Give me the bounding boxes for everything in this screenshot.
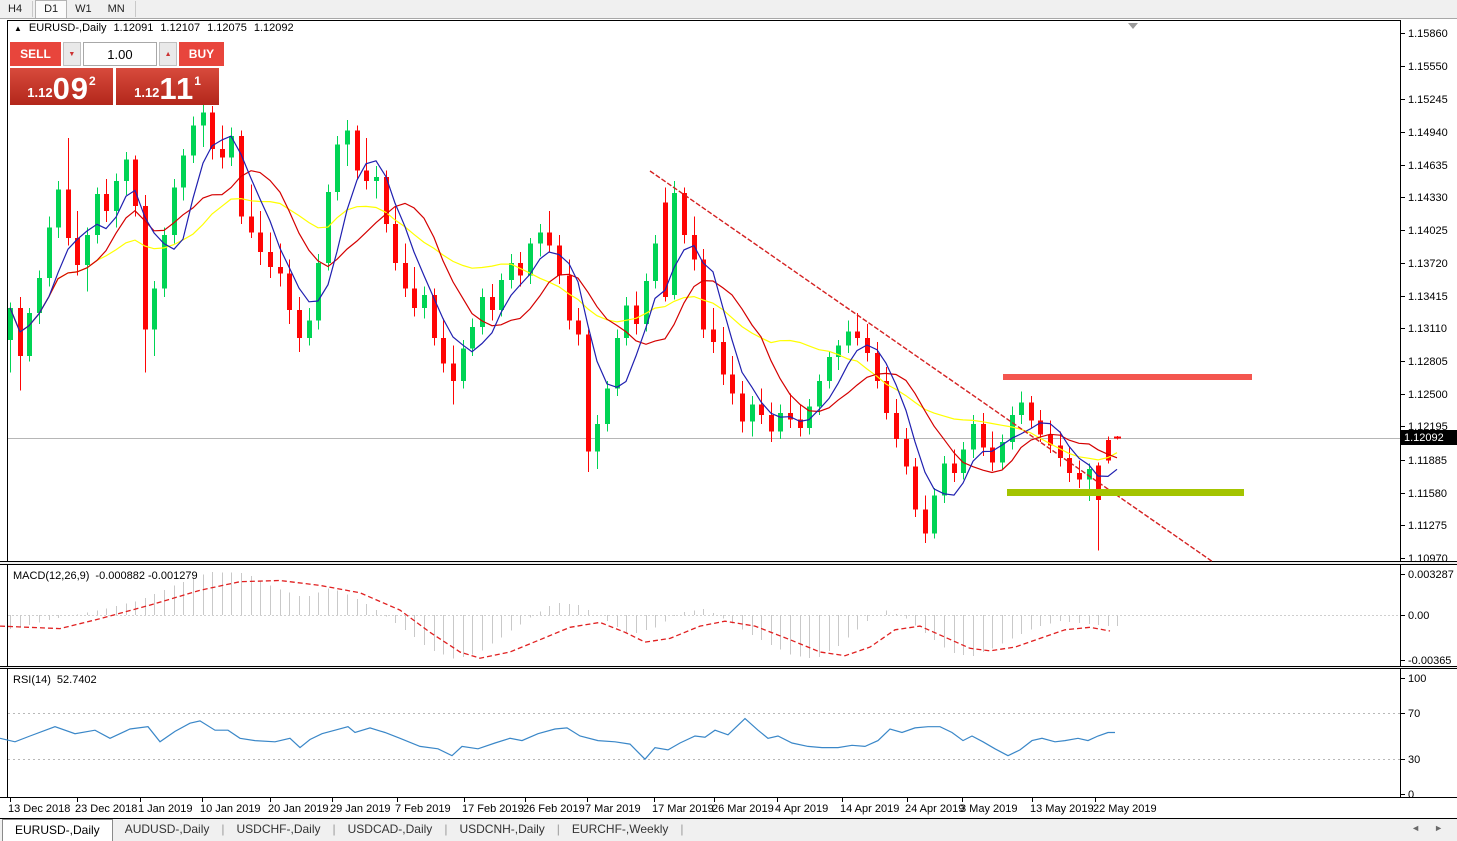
buy-price-prefix: 1.12 <box>134 85 159 100</box>
resistance-zone-line <box>1003 374 1252 380</box>
price-axis-label: 1.13720 <box>1408 258 1448 270</box>
rsi-value: 52.7402 <box>57 674 97 686</box>
price-axis-label: 1.15550 <box>1408 61 1448 73</box>
price-axis-label: 1.13110 <box>1408 323 1447 335</box>
chart-tabs-bar: EURUSD-,Daily AUDUSD-,Daily | USDCHF-,Da… <box>0 819 1457 841</box>
date-axis-label: 7 Mar 2019 <box>585 803 641 815</box>
date-axis-label: 29 Jan 2019 <box>330 803 391 815</box>
macd-values: -0.000882 -0.001279 <box>95 570 197 582</box>
price-axis-label: 1.12500 <box>1408 389 1448 401</box>
chart-shift-marker-icon <box>1128 23 1138 29</box>
moving-average-20 <box>10 199 1117 460</box>
chart-canvas[interactable]: 1.15860 1.15550 1.15245 1.14940 1.14635 1.143… <box>0 19 1457 819</box>
toolbar-separator <box>32 1 33 17</box>
ohlc-open: 1.12091 <box>114 22 154 34</box>
date-axis-label: 22 May 2019 <box>1093 803 1157 815</box>
price-axis-label: 1.11275 <box>1408 520 1447 532</box>
buy-price-main: 11 <box>159 74 194 104</box>
macd-signal-line <box>0 581 1110 659</box>
tab-usdcnh-daily[interactable]: USDCNH-,Daily <box>447 819 556 841</box>
date-axis-label: 24 Apr 2019 <box>905 803 964 815</box>
tab-scroll-left-icon[interactable]: ◄ <box>1411 823 1420 841</box>
price-axis-label: 1.11885 <box>1408 455 1447 467</box>
collapse-arrow-icon[interactable]: ▲ <box>14 24 22 33</box>
mt4-terminal: { "toolbar": {"buttons": [ {"label": "H4… <box>0 0 1457 841</box>
rsi-axis-label: 100 <box>1408 673 1426 685</box>
date-axis-label: 3 May 2019 <box>960 803 1017 815</box>
price-axis-label: 1.11580 <box>1408 488 1447 500</box>
date-axis-label: 20 Jan 2019 <box>268 803 329 815</box>
sell-price-pip: 2 <box>89 74 96 88</box>
tab-separator: | <box>680 819 683 841</box>
candlestick-series <box>8 102 1121 551</box>
date-axis-label: 1 Jan 2019 <box>138 803 192 815</box>
price-axis-label: 1.14940 <box>1408 127 1448 139</box>
macd-axis-label: 0.00 <box>1408 610 1429 622</box>
buy-price-button[interactable]: 1.12 11 1 <box>116 68 219 105</box>
price-axis-label: 1.15860 <box>1408 28 1448 40</box>
price-axis-label: 1.12805 <box>1408 356 1448 368</box>
rsi-axis-label: 30 <box>1408 754 1420 766</box>
macd-name: MACD(12,26,9) <box>13 570 89 582</box>
tf-button-h4[interactable]: H4 <box>0 0 30 18</box>
price-axis-label: 1.15245 <box>1408 94 1448 106</box>
macd-axis-label: -0.00365 <box>1408 655 1451 667</box>
toolbar-separator <box>135 1 136 17</box>
rsi-indicator-label: RSI(14) 52.7402 <box>13 674 97 686</box>
support-zone-line <box>1007 489 1244 496</box>
one-click-trading-widget: SELL ▼ 1.00 ▲ BUY 1.12 09 2 1.12 11 1 <box>10 42 224 105</box>
volume-increase-button[interactable]: ▲ <box>159 42 177 66</box>
symbol-info-bar: ▲ EURUSD-,Daily 1.12091 1.12107 1.12075 … <box>14 22 294 34</box>
tab-usdcad-daily[interactable]: USDCAD-,Daily <box>336 819 445 841</box>
buy-price-pip: 1 <box>194 74 201 88</box>
tab-audusd-daily[interactable]: AUDUSD-,Daily <box>113 819 222 841</box>
date-axis-label: 23 Dec 2018 <box>75 803 137 815</box>
descending-trendline <box>650 171 1213 562</box>
current-price-tag: 1.12092 <box>1401 430 1457 445</box>
buy-button[interactable]: BUY <box>179 42 224 66</box>
volume-input[interactable]: 1.00 <box>83 42 158 66</box>
rsi-axis-label: 0 <box>1408 789 1414 801</box>
date-axis-label: 13 May 2019 <box>1030 803 1094 815</box>
tab-scroll-arrows: ◄ ► <box>1411 819 1457 841</box>
chart-window: 1.15860 1.15550 1.15245 1.14940 1.14635 1.143… <box>0 19 1457 819</box>
date-axis-label: 26 Mar 2019 <box>712 803 774 815</box>
tab-eurchf-weekly[interactable]: EURCHF-,Weekly <box>560 819 680 841</box>
sell-button[interactable]: SELL <box>10 42 61 66</box>
symbol-title: EURUSD-,Daily <box>29 22 107 34</box>
ohlc-close: 1.12092 <box>254 22 294 34</box>
date-axis-label: 4 Apr 2019 <box>775 803 828 815</box>
date-axis-label: 10 Jan 2019 <box>200 803 261 815</box>
date-axis-label: 13 Dec 2018 <box>8 803 70 815</box>
sell-price-button[interactable]: 1.12 09 2 <box>10 68 113 105</box>
price-axis-label: 1.14330 <box>1408 192 1448 204</box>
date-axis-label: 7 Feb 2019 <box>395 803 451 815</box>
date-axis-label: 26 Feb 2019 <box>523 803 585 815</box>
date-axis-label: 17 Mar 2019 <box>652 803 714 815</box>
price-axis-label: 1.13415 <box>1408 291 1448 303</box>
macd-indicator-label: MACD(12,26,9) -0.000882 -0.001279 <box>13 570 198 582</box>
price-axis-label: 1.14025 <box>1408 225 1448 237</box>
rsi-name: RSI(14) <box>13 674 51 686</box>
tf-button-w1[interactable]: W1 <box>67 0 100 18</box>
date-axis-label: 17 Feb 2019 <box>462 803 524 815</box>
tab-usdchf-daily[interactable]: USDCHF-,Daily <box>225 819 333 841</box>
price-axis-label: 1.10970 <box>1408 553 1448 565</box>
sell-price-main: 09 <box>53 74 89 104</box>
rsi-axis-label: 70 <box>1408 708 1420 720</box>
tf-button-mn[interactable]: MN <box>100 0 133 18</box>
tab-eurusd-daily[interactable]: EURUSD-,Daily <box>2 819 113 841</box>
tf-button-d1[interactable]: D1 <box>35 0 67 18</box>
volume-decrease-button[interactable]: ▼ <box>63 42 81 66</box>
price-axis-label: 1.14635 <box>1408 160 1448 172</box>
ohlc-low: 1.12075 <box>207 22 247 34</box>
sell-price-prefix: 1.12 <box>27 85 52 100</box>
date-axis-label: 14 Apr 2019 <box>840 803 899 815</box>
tab-scroll-right-icon[interactable]: ► <box>1434 823 1443 841</box>
macd-axis-label: 0.003287 <box>1408 569 1454 581</box>
timeframe-toolbar: H4 D1 W1 MN <box>0 0 1457 19</box>
rsi-line <box>0 719 1115 760</box>
ohlc-high: 1.12107 <box>160 22 200 34</box>
